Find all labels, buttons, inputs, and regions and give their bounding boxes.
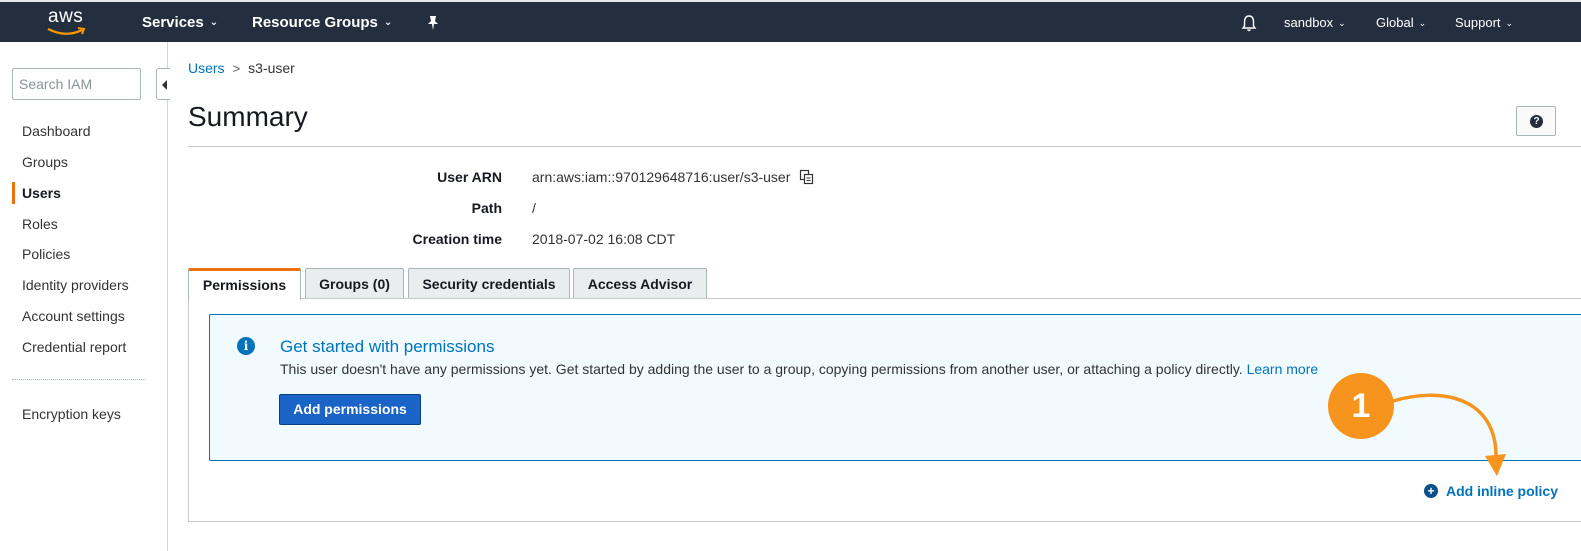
- region-menu[interactable]: Global ⌄: [1376, 15, 1426, 30]
- tab-security-credentials[interactable]: Security credentials: [408, 268, 570, 299]
- collapse-sidebar-button[interactable]: [156, 68, 170, 100]
- aws-smile-icon: [47, 27, 86, 35]
- chevron-down-icon: ⌄: [1338, 18, 1346, 28]
- sidebar-item-roles[interactable]: Roles: [22, 216, 58, 232]
- region-label: Global: [1376, 15, 1414, 30]
- title-divider: [188, 146, 1581, 147]
- path-label: Path: [471, 200, 502, 216]
- alert-description: This user doesn't have any permissions y…: [280, 361, 1318, 377]
- support-menu[interactable]: Support ⌄: [1455, 15, 1513, 30]
- account-label: sandbox: [1284, 15, 1334, 30]
- breadcrumb-separator: >: [232, 61, 241, 76]
- active-indicator: [12, 182, 15, 204]
- sidebar-item-encryption-keys[interactable]: Encryption keys: [22, 406, 121, 422]
- help-icon: ?: [1530, 115, 1543, 128]
- resource-groups-label: Resource Groups: [252, 14, 378, 31]
- chevron-down-icon: ⌄: [1505, 18, 1514, 28]
- account-menu[interactable]: sandbox ⌄: [1284, 15, 1346, 30]
- sidebar-item-account-settings[interactable]: Account settings: [22, 308, 125, 324]
- sidebar-item-identity-providers[interactable]: Identity providers: [22, 277, 129, 293]
- learn-more-link[interactable]: Learn more: [1247, 361, 1319, 377]
- alert-title: Get started with permissions: [280, 337, 495, 356]
- tab-permissions[interactable]: Permissions: [188, 268, 301, 300]
- sidebar: Dashboard Groups Users Roles Policies Id…: [0, 42, 170, 551]
- tab-groups[interactable]: Groups (0): [305, 268, 404, 299]
- aws-logo[interactable]: aws: [46, 6, 90, 38]
- pin-icon[interactable]: [426, 15, 440, 31]
- page-title: Summary: [188, 101, 308, 132]
- annotation-arrow-icon: [1389, 393, 1506, 476]
- services-label: Services: [142, 14, 204, 31]
- chevron-down-icon: ⌄: [209, 17, 219, 28]
- breadcrumb-current: s3-user: [248, 60, 295, 76]
- tab-access-advisor[interactable]: Access Advisor: [573, 268, 707, 299]
- resource-groups-menu[interactable]: Resource Groups ⌄: [252, 14, 392, 31]
- sidebar-item-groups[interactable]: Groups: [22, 154, 68, 170]
- chevron-down-icon: ⌄: [1418, 18, 1427, 28]
- aws-logo-text: aws: [48, 6, 84, 27]
- sidebar-item-dashboard[interactable]: Dashboard: [22, 123, 91, 139]
- path-value: /: [532, 200, 536, 216]
- sidebar-divider: [12, 379, 146, 380]
- add-permissions-button[interactable]: Add permissions: [279, 394, 421, 425]
- info-icon: i: [237, 337, 255, 355]
- add-circle-icon[interactable]: +: [1424, 484, 1438, 498]
- services-menu[interactable]: Services ⌄: [142, 14, 218, 31]
- sidebar-item-policies[interactable]: Policies: [22, 246, 70, 262]
- breadcrumb: Users > s3-user: [188, 60, 295, 76]
- search-iam-input[interactable]: [12, 68, 141, 100]
- support-label: Support: [1455, 15, 1501, 30]
- help-button[interactable]: ?: [1516, 106, 1556, 136]
- creation-time-label: Creation time: [412, 231, 502, 247]
- creation-time-value: 2018-07-02 16:08 CDT: [532, 231, 676, 247]
- copy-icon[interactable]: [799, 169, 815, 185]
- alert-text: This user doesn't have any permissions y…: [280, 361, 1247, 377]
- sidebar-item-users[interactable]: Users: [22, 185, 61, 201]
- user-arn-label: User ARN: [437, 169, 502, 185]
- bell-icon[interactable]: [1241, 14, 1257, 32]
- user-arn-value: arn:aws:iam::970129648716:user/s3-user: [532, 169, 791, 185]
- chevron-down-icon: ⌄: [383, 17, 393, 28]
- sidebar-item-credential-report[interactable]: Credential report: [22, 339, 126, 355]
- top-nav-bar: aws Services ⌄ Resource Groups ⌄ sandbox ⌄ …: [0, 0, 1581, 42]
- add-inline-policy-link[interactable]: Add inline policy: [1446, 483, 1558, 499]
- breadcrumb-users-link[interactable]: Users: [188, 60, 225, 76]
- collapse-left-icon: [162, 80, 167, 90]
